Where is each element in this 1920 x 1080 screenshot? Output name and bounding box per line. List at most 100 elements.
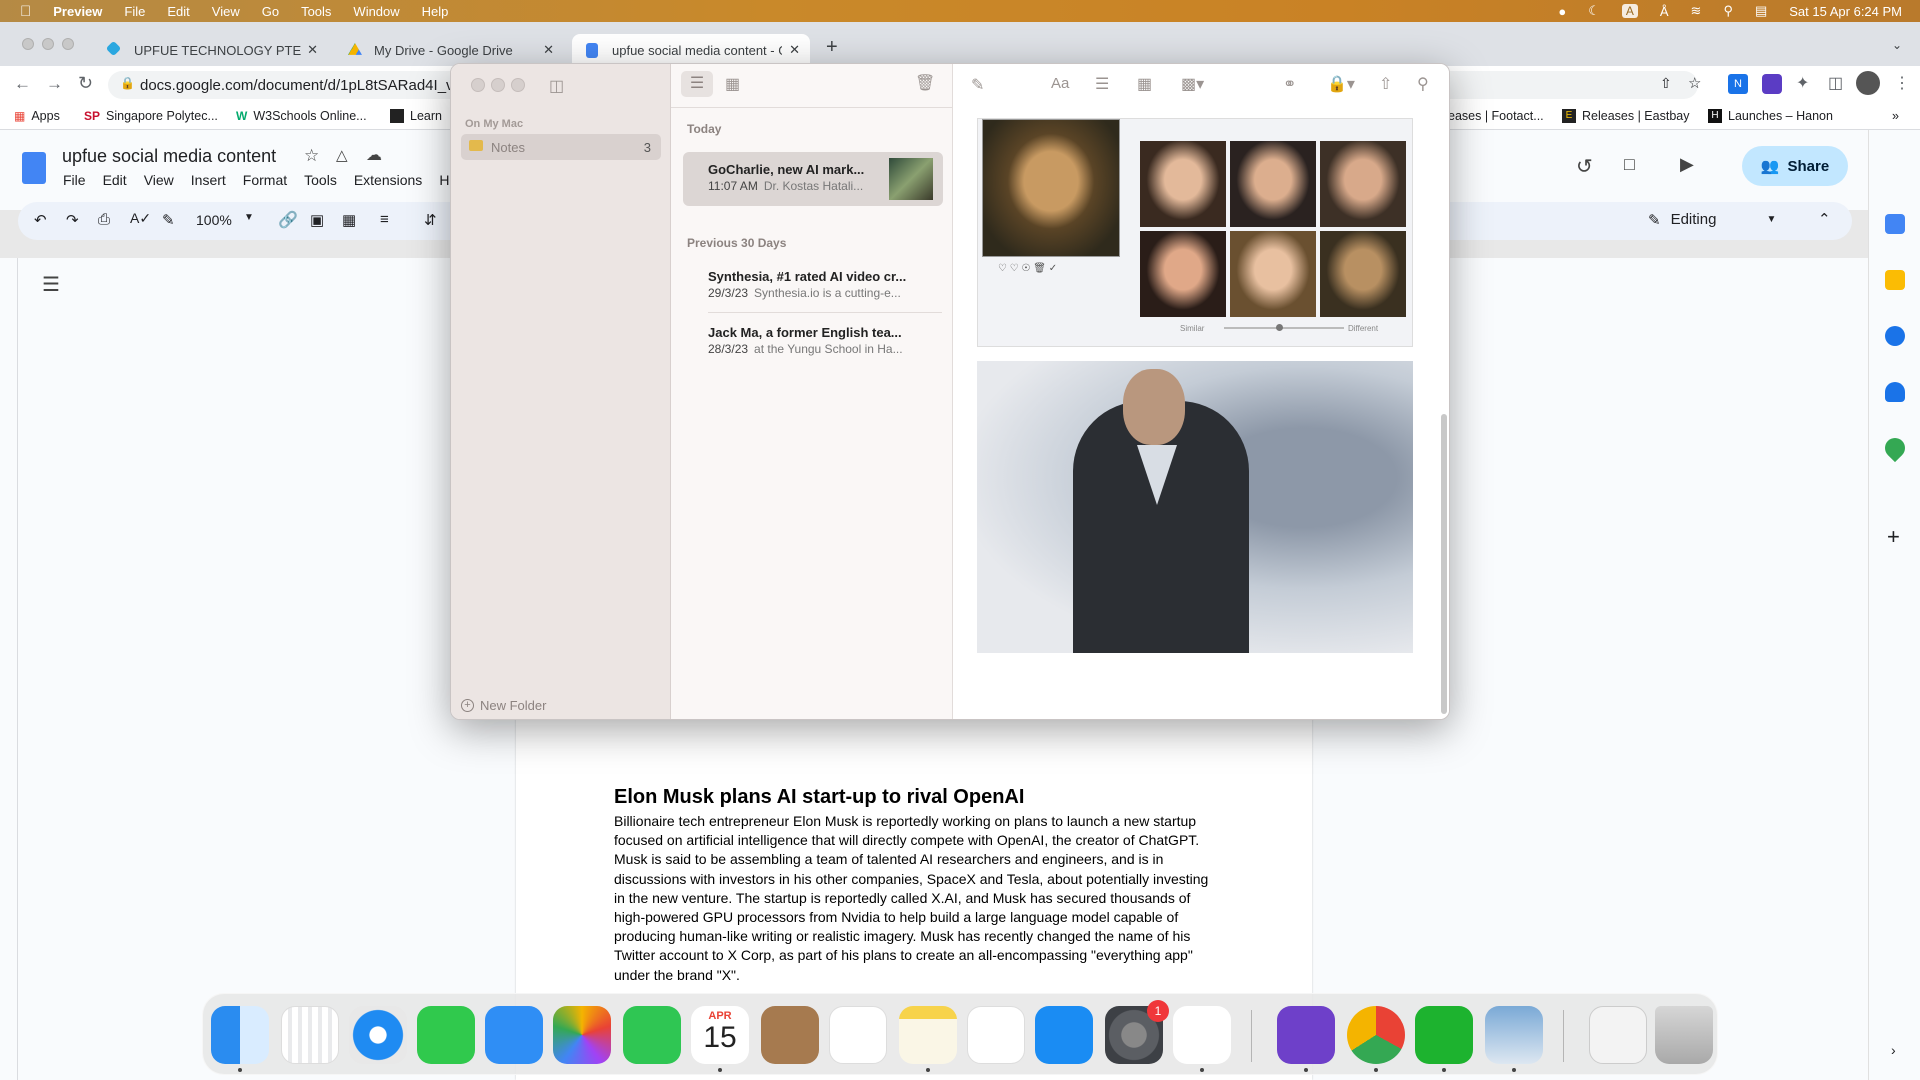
- sidebar-toggle-icon[interactable]: ◫: [549, 76, 564, 96]
- notes-zoom-button[interactable]: [511, 78, 525, 92]
- face-comparison-image[interactable]: ♡ ♡ ☉ 🗑 ✓ Similar Different: [977, 118, 1413, 347]
- docs-logo-icon[interactable]: [22, 152, 46, 184]
- comments-icon[interactable]: □: [1624, 154, 1635, 175]
- menu-view[interactable]: View: [212, 4, 240, 19]
- media-icon[interactable]: ▩▾: [1181, 74, 1204, 94]
- wifi-icon[interactable]: ≋: [1691, 3, 1702, 19]
- gallery-view-icon[interactable]: ▦: [725, 74, 740, 94]
- redo-icon[interactable]: ↷: [66, 211, 79, 229]
- docs-menu-insert[interactable]: Insert: [191, 172, 226, 188]
- zoom-chevron-icon[interactable]: ▼: [244, 212, 254, 223]
- tab-search-chevron-icon[interactable]: ⌄: [1892, 38, 1902, 52]
- align-icon[interactable]: ≡: [380, 211, 389, 228]
- bookmark-singapore-polytechnic[interactable]: SP Singapore Polytec...: [84, 109, 218, 123]
- delete-note-icon[interactable]: 🗑: [915, 73, 935, 93]
- paint-format-icon[interactable]: ✎: [162, 211, 175, 229]
- editing-mode-button[interactable]: ✎ Editing ▼: [1648, 211, 1776, 229]
- app-name[interactable]: Preview: [53, 4, 102, 19]
- bookmark-star-icon[interactable]: ☆: [1688, 74, 1701, 92]
- search-icon[interactable]: ⚲: [1723, 3, 1733, 19]
- compose-icon[interactable]: ✎: [971, 75, 984, 95]
- dock-chrome-icon[interactable]: [1347, 1006, 1405, 1064]
- dock-photos-icon[interactable]: [553, 1006, 611, 1064]
- menu-go[interactable]: Go: [262, 4, 279, 19]
- keep-icon[interactable]: [1885, 270, 1905, 290]
- checklist-icon[interactable]: ☰: [1095, 74, 1109, 94]
- add-addon-plus-icon[interactable]: +: [1887, 524, 1900, 550]
- article-body[interactable]: Billionaire tech entrepreneur Elon Musk …: [614, 812, 1220, 985]
- note-item-jack-ma[interactable]: Jack Ma, a former English tea... 28/3/23…: [683, 325, 943, 356]
- window-minimize-button[interactable]: [42, 38, 54, 50]
- window-close-button[interactable]: [22, 38, 34, 50]
- tab-upfue-social-media-content[interactable]: upfue social media content - G ✕: [572, 34, 810, 66]
- search-note-icon[interactable]: ⚲: [1417, 74, 1429, 94]
- bookmark-footactions[interactable]: eases | Footact...: [1448, 109, 1544, 123]
- link-icon[interactable]: 🔗: [278, 210, 298, 230]
- bluetooth-icon[interactable]: Å: [1660, 4, 1669, 19]
- dock-system-settings-icon[interactable]: 1: [1105, 1000, 1169, 1064]
- line-spacing-icon[interactable]: ⇵: [424, 211, 437, 229]
- back-icon[interactable]: ←: [14, 74, 31, 94]
- dock-app-store-icon[interactable]: [1035, 1006, 1093, 1064]
- calendar-icon[interactable]: [1885, 214, 1905, 234]
- docs-menu-view[interactable]: View: [144, 172, 174, 188]
- dock-github-desktop-icon[interactable]: [1277, 1006, 1335, 1064]
- docs-menu-extensions[interactable]: Extensions: [354, 172, 422, 188]
- meet-video-icon[interactable]: ▶: [1680, 154, 1694, 175]
- dock-contacts-icon[interactable]: [761, 1006, 819, 1064]
- share-page-icon[interactable]: ⇧: [1660, 75, 1672, 92]
- docs-menu-help[interactable]: H: [439, 172, 449, 188]
- tab-close-icon[interactable]: ✕: [789, 42, 800, 58]
- add-comment-icon[interactable]: ▣: [310, 211, 324, 229]
- bookmarks-overflow-icon[interactable]: »: [1892, 109, 1899, 123]
- bookmark-apps[interactable]: ▦ Apps: [14, 109, 60, 123]
- note-item-synthesia[interactable]: Synthesia, #1 rated AI video cr... 29/3/…: [683, 269, 943, 300]
- note-scrollbar[interactable]: [1441, 414, 1447, 714]
- new-folder-button[interactable]: + New Folder: [461, 698, 546, 713]
- new-tab-plus-icon[interactable]: +: [826, 36, 838, 59]
- tasks-icon[interactable]: [1885, 326, 1905, 346]
- elon-musk-photo[interactable]: [977, 361, 1413, 653]
- window-zoom-button[interactable]: [62, 38, 74, 50]
- dock-messages-icon[interactable]: [417, 1006, 475, 1064]
- bookmark-eastbay[interactable]: E Releases | Eastbay: [1562, 109, 1689, 123]
- dock-safari-icon[interactable]: [349, 1006, 407, 1064]
- note-item-gocharlie[interactable]: GoCharlie, new AI mark... 11:07 AM Dr. Ko…: [683, 152, 943, 206]
- share-note-icon[interactable]: ⇧: [1379, 74, 1392, 94]
- extension-n-icon[interactable]: N: [1728, 74, 1748, 94]
- wechat-status-icon[interactable]: ●: [1558, 4, 1566, 19]
- docs-menu-tools[interactable]: Tools: [304, 172, 337, 188]
- dock-notes-icon[interactable]: [899, 1006, 957, 1064]
- docs-menu-format[interactable]: Format: [243, 172, 287, 188]
- document-title[interactable]: upfue social media content: [62, 146, 276, 167]
- extension-purple-icon[interactable]: [1762, 74, 1782, 94]
- contacts-icon[interactable]: [1885, 382, 1905, 402]
- cloud-status-icon[interactable]: ☁: [366, 145, 382, 165]
- dock-facetime-icon[interactable]: [623, 1006, 681, 1064]
- extensions-puzzle-icon[interactable]: ✦: [1796, 73, 1809, 93]
- notes-minimize-button[interactable]: [491, 78, 505, 92]
- dock-reminders-icon[interactable]: [829, 1006, 887, 1064]
- format-text-icon[interactable]: Aa: [1051, 75, 1069, 92]
- article-heading[interactable]: Elon Musk plans AI start-up to rival Ope…: [614, 786, 1024, 809]
- dock-wechat-icon[interactable]: [1415, 1006, 1473, 1064]
- tab-close-icon[interactable]: ✕: [543, 42, 554, 58]
- note-editor[interactable]: ✎ Aa ☰ ▦ ▩▾ ⚭ 🔒▾ ⇧ ⚲ ♡ ♡ ☉ 🗑 ✓ Similar D…: [953, 64, 1449, 719]
- input-source-badge[interactable]: A: [1621, 4, 1638, 18]
- insert-image-icon[interactable]: ▦: [342, 211, 356, 229]
- docs-menu-file[interactable]: File: [63, 172, 86, 188]
- profile-avatar[interactable]: [1856, 71, 1880, 95]
- menu-edit[interactable]: Edit: [167, 4, 189, 19]
- menu-tools[interactable]: Tools: [301, 4, 331, 19]
- control-center-icon[interactable]: ▤: [1755, 3, 1767, 19]
- star-icon[interactable]: ☆: [304, 146, 319, 166]
- version-history-icon[interactable]: ↺: [1576, 154, 1593, 179]
- lock-note-icon[interactable]: 🔒▾: [1327, 74, 1355, 94]
- menu-file[interactable]: File: [124, 4, 145, 19]
- folder-notes[interactable]: Notes 3: [461, 134, 661, 160]
- tab-upfue-technology[interactable]: UPFUE TECHNOLOGY PTE LTD ✕: [94, 34, 328, 66]
- tab-google-drive[interactable]: My Drive - Google Drive ✕: [334, 34, 564, 66]
- dock-vscode-icon[interactable]: [1173, 1006, 1231, 1064]
- collaborate-icon[interactable]: ⚭: [1283, 74, 1296, 94]
- zoom-select[interactable]: 100%: [196, 212, 232, 228]
